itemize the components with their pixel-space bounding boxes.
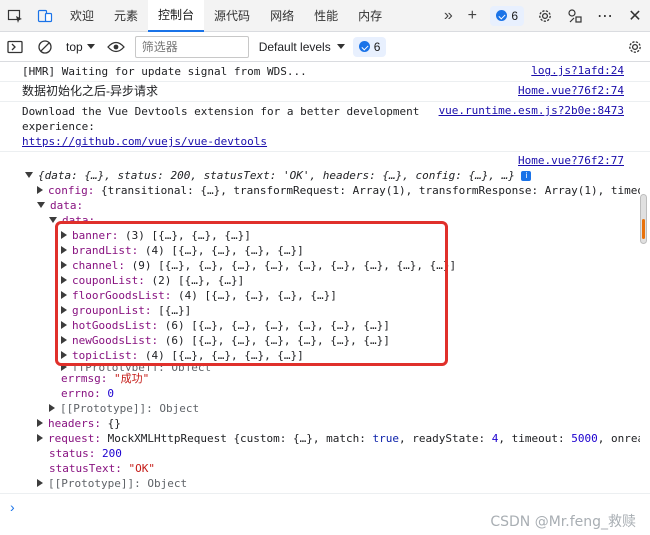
source-link[interactable]: log.js?1afd:24 [531,64,624,77]
log-message-hmr: [HMR] Waiting for update signal from WDS… [0,62,650,82]
info-icon: i [521,171,532,181]
tab-elements[interactable]: 元素 [104,0,148,32]
row-key: data: [62,214,96,227]
object-row-brandList[interactable]: brandList: (4) [{…}, {…}, {…}, {…}] [10,243,640,258]
source-link[interactable]: Home.vue?76f2:77 [518,154,624,167]
expand-triangle-icon[interactable] [49,404,55,412]
source-link[interactable]: Home.vue?76f2:74 [518,84,624,97]
tab-sources[interactable]: 源代码 [204,0,260,32]
tab-network[interactable]: 网络 [260,0,304,32]
live-expression-eye-icon[interactable] [101,31,131,63]
collapse-triangle-icon[interactable] [49,217,57,223]
console-output: [HMR] Waiting for update signal from WDS… [0,62,650,535]
object-row-config[interactable]: config: {transitional: {…}, transformReq… [10,183,640,198]
collapse-triangle-icon[interactable] [25,172,33,178]
expand-triangle-icon[interactable] [37,419,43,427]
object-row-prototype-root[interactable]: [[Prototype]]: Object [10,476,640,491]
issues-icon [496,10,508,21]
context-selector[interactable]: top [60,36,101,58]
row-key: config: [48,184,95,197]
object-row-grouponList[interactable]: grouponList: [{…}] [10,303,640,318]
object-row-couponList[interactable]: couponList: (2) [{…}, {…}] [10,273,640,288]
collapse-triangle-icon[interactable] [37,202,45,208]
object-row-hotGoodsList[interactable]: hotGoodsList: (6) [{…}, {…}, {…}, {…}, {… [10,318,640,333]
customize-icon[interactable] [560,0,590,32]
toolbar-issues-count: 6 [373,39,381,54]
devtools-tab-bar: 欢迎 元素 控制台 源代码 网络 性能 内存 » + 6 ⋯ ✕ [0,0,650,32]
console-settings-gear-icon[interactable] [620,31,650,63]
chevron-down-icon [336,44,345,49]
object-row-prototype[interactable]: [[Prototype]]: Object [10,401,640,416]
expand-triangle-icon[interactable] [61,261,67,269]
sidebar-toggle-icon[interactable] [0,31,30,63]
issues-count: 6 [511,8,518,23]
object-row-banner[interactable]: banner: (3) [{…}, {…}, {…}] [10,228,640,243]
row-value: {transitional: {…}, transformRequest: Ar… [100,184,640,197]
clear-console-icon[interactable] [30,31,60,63]
log-text-line2: experience: [22,120,95,133]
expand-triangle-icon[interactable] [61,363,67,371]
object-row-inner-data[interactable]: data: [10,213,640,228]
console-prompt[interactable]: › [10,499,15,515]
object-row-data[interactable]: data: [10,198,640,213]
object-root-row[interactable]: {data: {…}, status: 200, statusText: 'OK… [10,168,640,183]
object-row-floorGoodsList[interactable]: floorGoodsList: (4) [{…}, {…}, {…}, {…}] [10,288,640,303]
expand-triangle-icon[interactable] [37,186,43,194]
issues-icon [358,41,370,52]
more-options-icon[interactable]: ⋯ [590,0,620,32]
more-tabs-icon[interactable]: » [436,0,460,32]
object-row-errno: errno: 0 [61,387,114,400]
expand-triangle-icon[interactable] [61,291,67,299]
scrollbar[interactable] [640,194,647,244]
object-summary: {data: {…}, status: 200, statusText: 'OK… [38,169,515,182]
watermark: CSDN @Mr.feng_救赎 [490,514,636,530]
console-toolbar: top Default levels 6 [0,32,650,62]
row-key: data: [50,199,84,212]
settings-gear-icon[interactable] [530,0,560,32]
devtools-url-link[interactable]: https://github.com/vuejs/vue-devtools [22,135,267,148]
object-row-status: status: 200 [49,447,122,460]
add-tab-icon[interactable]: + [460,0,484,32]
object-row-headers[interactable]: headers: {} [10,416,640,431]
expand-triangle-icon[interactable] [61,351,67,359]
expand-triangle-icon[interactable] [61,231,67,239]
expand-triangle-icon[interactable] [61,306,67,314]
context-value: top [66,39,83,54]
source-link[interactable]: vue.runtime.esm.js?2b0e:8473 [439,104,624,117]
expand-triangle-icon[interactable] [37,479,43,487]
chevron-down-icon [86,44,95,49]
scrollbar-marker [642,219,645,239]
expand-triangle-icon[interactable] [61,336,67,344]
device-emulation-icon[interactable] [30,0,60,32]
tab-console[interactable]: 控制台 [148,0,205,32]
close-icon[interactable]: ✕ [620,0,650,32]
log-levels-dropdown[interactable]: Default levels [259,40,345,54]
filter-input[interactable] [134,35,249,58]
object-row-prototype-partial[interactable]: [[Prototype]]: Object [10,363,640,371]
object-row-topicList[interactable]: topicList: (4) [{…}, {…}, {…}, {…}] [10,348,640,363]
tab-welcome[interactable]: 欢迎 [60,0,104,32]
toolbar-issues-badge[interactable]: 6 [352,36,387,57]
tab-memory[interactable]: 内存 [348,0,392,32]
expand-triangle-icon[interactable] [37,434,43,442]
object-row-channel[interactable]: channel: (9) [{…}, {…}, {…}, {…}, {…}, {… [10,258,640,273]
expand-triangle-icon[interactable] [61,321,67,329]
object-row-request[interactable]: request: MockXMLHttpRequest {custom: {…}… [10,431,640,446]
object-row-statusText: statusText: "OK" [49,462,155,475]
expand-triangle-icon[interactable] [61,276,67,284]
inspect-element-icon[interactable] [0,0,30,32]
issues-badge[interactable]: 6 [490,5,524,26]
log-message-object: Home.vue?76f2:77 {data: {…}, status: 200… [0,152,650,494]
log-levels-label: Default levels [258,39,331,54]
object-row-newGoodsList[interactable]: newGoodsList: (6) [{…}, {…}, {…}, {…}, {… [10,333,640,348]
tab-performance[interactable]: 性能 [304,0,348,32]
object-row-errmsg: errmsg: "成功" [61,372,150,385]
log-message-init: 数据初始化之后-异步请求 Home.vue?76f2:74 [0,82,650,102]
log-message-devtools: Download the Vue Devtools extension for … [0,102,650,152]
expand-triangle-icon[interactable] [61,246,67,254]
